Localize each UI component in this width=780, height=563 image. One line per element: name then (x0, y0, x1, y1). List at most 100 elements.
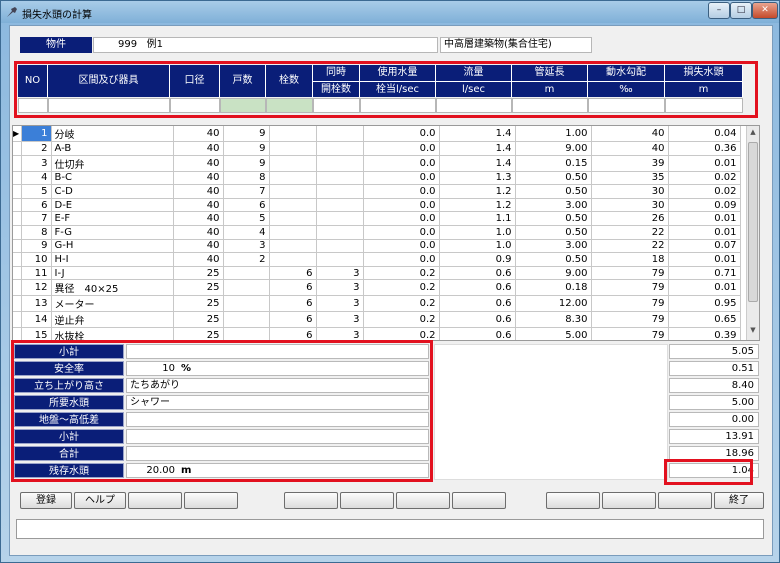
table-cell[interactable]: 7 (223, 184, 270, 199)
table-cell[interactable]: 25 (173, 327, 224, 340)
input-cell-10[interactable] (665, 98, 743, 113)
table-cell[interactable]: 10 (21, 252, 52, 267)
table-cell[interactable]: 0.50 (515, 211, 592, 226)
table-cell[interactable]: 0.0 (363, 252, 440, 267)
table-cell[interactable]: 11 (21, 266, 52, 281)
row-indicator[interactable] (13, 252, 22, 267)
table-cell[interactable]: 40 (591, 126, 669, 142)
table-cell[interactable]: 79 (591, 295, 669, 313)
table-cell[interactable]: 1.1 (439, 211, 516, 226)
table-cell[interactable]: 0.2 (363, 327, 440, 340)
summary-input-residual[interactable]: 20.00 m (126, 463, 429, 478)
table-cell[interactable] (223, 295, 270, 313)
row-indicator[interactable] (13, 141, 22, 156)
table-cell[interactable]: 79 (591, 266, 669, 281)
table-cell[interactable]: 40 (173, 211, 224, 226)
table-cell[interactable]: 15 (21, 327, 52, 340)
table-cell[interactable]: 8.30 (515, 311, 592, 329)
summary-input-subtotal1[interactable] (126, 344, 429, 359)
table-cell[interactable] (316, 126, 364, 142)
table-cell[interactable] (316, 155, 364, 172)
table-cell[interactable]: 6 (269, 327, 317, 340)
row-indicator[interactable] (13, 239, 22, 254)
table-cell[interactable]: 1.2 (439, 184, 516, 199)
table-row[interactable]: 8 F-G 40 4 0.0 1.0 0.50 22 0.01 (13, 225, 741, 240)
table-cell[interactable]: 25 (173, 279, 224, 297)
summary-input-riser[interactable]: たちあがり (126, 378, 429, 393)
table-cell[interactable]: 3 (21, 155, 52, 172)
table-cell[interactable]: 0.6 (439, 327, 516, 340)
input-cell-1[interactable] (48, 98, 170, 113)
scroll-up-icon[interactable]: ▲ (748, 128, 758, 138)
table-cell[interactable]: 9.00 (515, 266, 592, 281)
table-cell[interactable] (269, 184, 317, 199)
table-row[interactable]: ▶ 1 分岐 40 9 0.0 1.4 1.00 40 0.04 (13, 126, 741, 142)
table-cell[interactable]: 25 (173, 311, 224, 329)
table-cell[interactable]: 0.0 (363, 225, 440, 240)
table-cell[interactable]: 12.00 (515, 295, 592, 313)
table-cell[interactable]: 40 (173, 252, 224, 267)
table-cell[interactable]: 6 (269, 266, 317, 281)
minimize-button[interactable]: – (708, 2, 730, 19)
table-cell[interactable]: 0.0 (363, 198, 440, 213)
input-cell-7[interactable] (436, 98, 512, 113)
table-row[interactable]: 7 E-F 40 5 0.0 1.1 0.50 26 0.01 (13, 211, 741, 226)
row-indicator[interactable] (13, 225, 22, 240)
table-cell[interactable]: 0.0 (363, 239, 440, 254)
table-cell[interactable]: 3 (316, 279, 364, 297)
table-cell[interactable]: 40 (173, 126, 224, 142)
table-cell[interactable]: メーター (51, 295, 174, 313)
table-cell[interactable]: 4 (21, 171, 52, 186)
table-cell[interactable]: 13 (21, 295, 52, 313)
input-cell-2[interactable] (170, 98, 220, 113)
table-cell[interactable] (316, 171, 364, 186)
table-cell[interactable]: 0.0 (363, 184, 440, 199)
table-cell[interactable]: 1.3 (439, 171, 516, 186)
table-row[interactable]: 15 水抜栓 25 6 3 0.2 0.6 5.00 79 0.39 (13, 327, 741, 340)
table-cell[interactable]: 6 (269, 295, 317, 313)
table-cell[interactable]: 5 (21, 184, 52, 199)
table-cell[interactable]: 0.18 (515, 279, 592, 297)
summary-input-safety[interactable]: 10% (126, 361, 429, 376)
input-cell-9[interactable] (588, 98, 665, 113)
table-cell[interactable]: I-J (51, 266, 174, 281)
table-cell[interactable]: H-I (51, 252, 174, 267)
building-type-field[interactable]: 中高層建築物(集合住宅) (440, 37, 592, 53)
table-row[interactable]: 5 C-D 40 7 0.0 1.2 0.50 30 0.02 (13, 184, 741, 199)
table-cell[interactable]: 1.2 (439, 198, 516, 213)
table-cell[interactable]: 14 (21, 311, 52, 329)
table-row[interactable]: 3 仕切弁 40 9 0.0 1.4 0.15 39 0.01 (13, 155, 741, 172)
table-cell[interactable] (269, 225, 317, 240)
table-cell[interactable]: 0.2 (363, 266, 440, 281)
blank-button-2[interactable] (184, 492, 238, 509)
table-cell[interactable]: 40 (173, 198, 224, 213)
table-cell[interactable] (223, 327, 270, 340)
table-row[interactable]: 14 逆止弁 25 6 3 0.2 0.6 8.30 79 0.65 (13, 311, 741, 329)
table-cell[interactable]: 30 (591, 184, 669, 199)
summary-input-total[interactable] (126, 446, 429, 461)
table-cell[interactable]: 3 (316, 266, 364, 281)
table-cell[interactable]: 0.01 (668, 279, 741, 297)
table-cell[interactable] (269, 252, 317, 267)
table-cell[interactable]: 0.2 (363, 279, 440, 297)
table-row[interactable]: 4 B-C 40 8 0.0 1.3 0.50 35 0.02 (13, 171, 741, 186)
table-cell[interactable] (269, 211, 317, 226)
table-cell[interactable]: 0.36 (668, 141, 741, 156)
table-cell[interactable]: 9 (223, 141, 270, 156)
table-row[interactable]: 2 A-B 40 9 0.0 1.4 9.00 40 0.36 (13, 141, 741, 156)
table-cell[interactable]: 5.00 (515, 327, 592, 340)
table-cell[interactable] (223, 311, 270, 329)
table-cell[interactable]: 9 (223, 126, 270, 142)
table-cell[interactable]: 40 (173, 239, 224, 254)
maximize-button[interactable]: □ (730, 2, 752, 19)
table-cell[interactable]: 水抜栓 (51, 327, 174, 340)
table-cell[interactable]: 0.95 (668, 295, 741, 313)
table-cell[interactable] (316, 198, 364, 213)
table-cell[interactable]: 8 (21, 225, 52, 240)
table-cell[interactable]: 9.00 (515, 141, 592, 156)
table-cell[interactable]: A-B (51, 141, 174, 156)
blank-button-8[interactable] (602, 492, 656, 509)
table-cell[interactable]: 1.4 (439, 155, 516, 172)
table-cell[interactable]: 2 (223, 252, 270, 267)
table-cell[interactable]: 3 (223, 239, 270, 254)
